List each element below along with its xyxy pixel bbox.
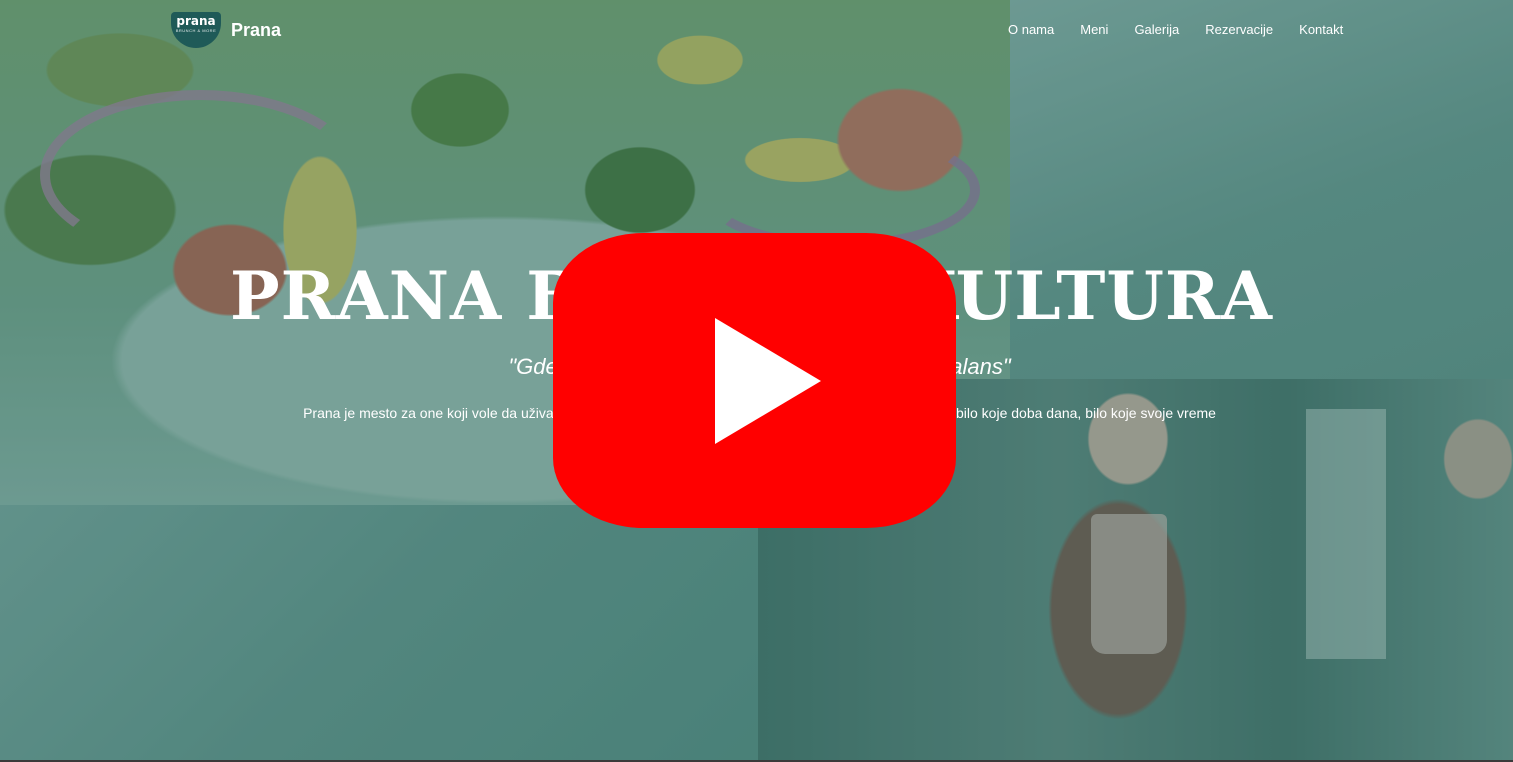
drink-glass <box>1091 514 1167 654</box>
logo-text: prana <box>176 14 216 28</box>
door <box>1306 409 1386 659</box>
brand-name[interactable]: Prana <box>231 19 281 41</box>
nav-link-meni[interactable]: Meni <box>1080 21 1108 39</box>
nav-link-galerija[interactable]: Galerija <box>1134 21 1179 39</box>
onion-ring <box>40 90 360 260</box>
nav-links: O nama Meni Galerija Rezervacije Kontakt <box>1008 21 1343 39</box>
nav-link-rezervacije[interactable]: Rezervacije <box>1205 21 1273 39</box>
youtube-play-button[interactable] <box>553 233 956 528</box>
teal-panel <box>0 505 758 760</box>
logo-subtext: BRUNCH & MORE <box>175 28 217 33</box>
onion-ring <box>700 130 980 250</box>
nav-link-kontakt[interactable]: Kontakt <box>1299 21 1343 39</box>
video-thumbnail[interactable]: prana BRUNCH & MORE Prana O nama Meni Ga… <box>0 0 1513 760</box>
youtube-play-icon <box>715 318 821 444</box>
nav-link-o-nama[interactable]: O nama <box>1008 21 1054 39</box>
logo[interactable]: prana BRUNCH & MORE <box>171 12 221 48</box>
top-navigation: prana BRUNCH & MORE Prana O nama Meni Ga… <box>0 0 1513 60</box>
